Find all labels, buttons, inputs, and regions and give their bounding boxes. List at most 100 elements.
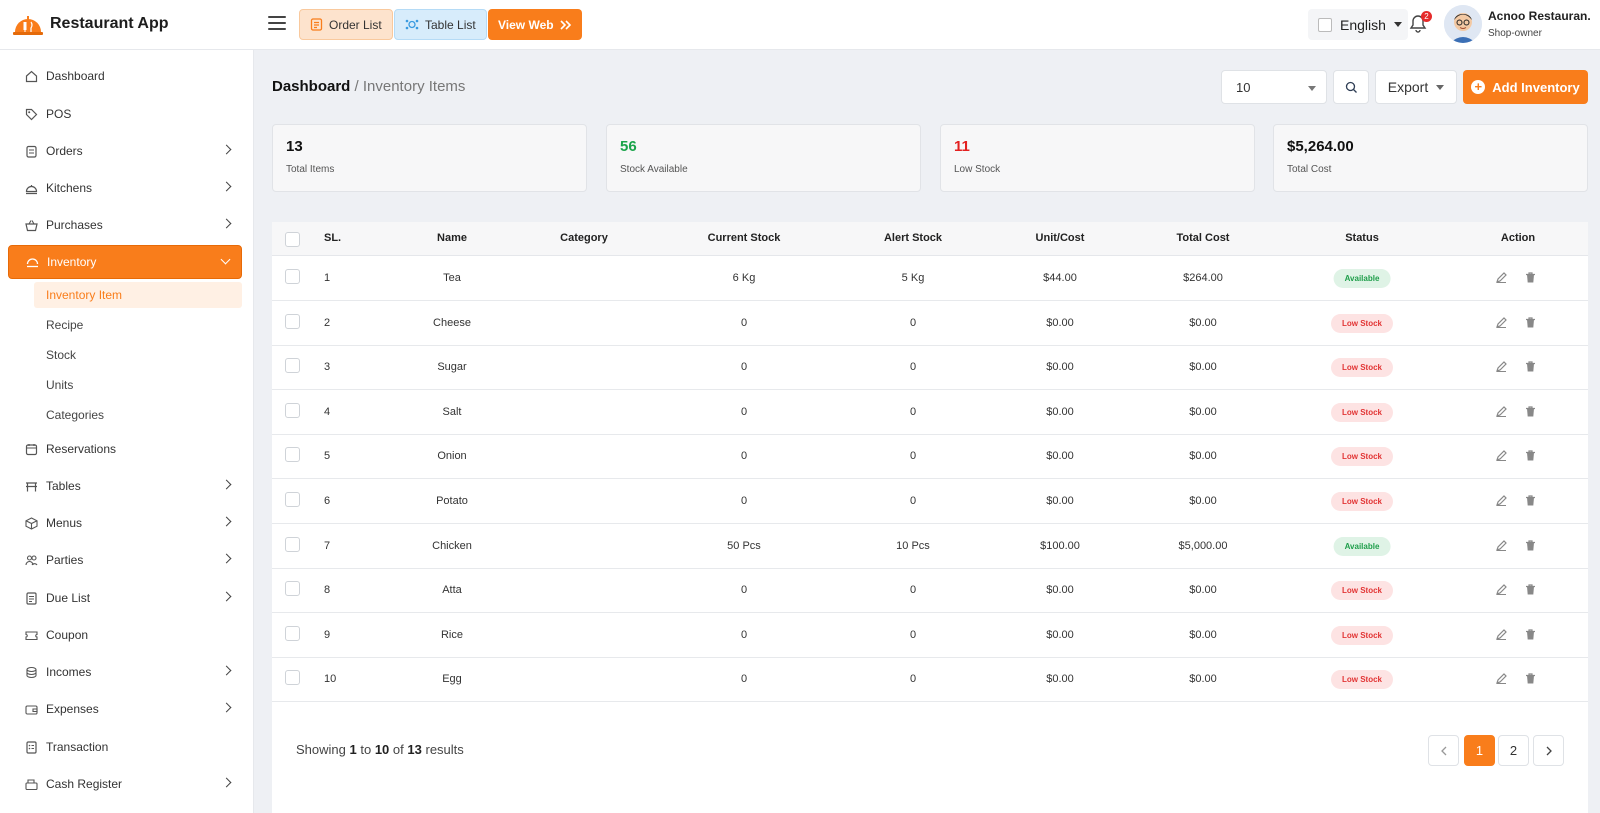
status-badge: Low Stock: [1330, 492, 1394, 511]
sidebar-subitem-units[interactable]: Units: [34, 372, 242, 398]
chevron-right-icon: [221, 479, 232, 490]
avatar[interactable]: [1444, 5, 1482, 43]
cell-sl: 8: [324, 584, 331, 597]
cell-alert-stock: 5 Kg: [901, 272, 925, 284]
sidebar-item-parties[interactable]: Parties: [8, 543, 242, 577]
trash-icon[interactable]: [1524, 271, 1538, 285]
sidebar-item-menus[interactable]: Menus: [8, 506, 242, 540]
edit-icon[interactable]: [1495, 583, 1509, 597]
select-all-checkbox[interactable]: [285, 232, 300, 247]
edit-icon[interactable]: [1495, 628, 1509, 642]
edit-icon[interactable]: [1495, 360, 1509, 374]
column-header-sl: SL.: [324, 232, 342, 244]
trash-icon[interactable]: [1524, 494, 1538, 508]
pagination-next-button[interactable]: [1533, 735, 1564, 766]
inventory-table: SL. Name Category Current Stock Alert St…: [272, 222, 1588, 813]
trash-icon[interactable]: [1524, 449, 1538, 463]
user-name: Acnoo Restauran.: [1488, 9, 1591, 23]
app-name: Restaurant App: [50, 15, 169, 32]
trash-icon[interactable]: [1524, 360, 1538, 374]
wallet-icon: [24, 702, 38, 716]
trash-icon[interactable]: [1524, 628, 1538, 642]
sidebar-item-dashboard[interactable]: Dashboard: [8, 59, 242, 93]
edit-icon[interactable]: [1495, 672, 1509, 686]
table-list-button[interactable]: Table List: [394, 9, 487, 40]
language-label: English: [1340, 16, 1386, 33]
pagination-summary: Showing 1 to 10 of 13 results: [296, 742, 464, 757]
brand[interactable]: Restaurant App: [12, 12, 169, 36]
sidebar-item-inventory[interactable]: Inventory: [8, 245, 242, 279]
sidebar-subitem-label: Recipe: [46, 318, 84, 332]
cell-current-stock: 0: [740, 495, 748, 507]
sidebar-item-transaction[interactable]: Transaction: [8, 730, 242, 764]
chevron-left-icon: [1440, 746, 1446, 755]
row-checkbox[interactable]: [285, 313, 300, 329]
language-selector[interactable]: English: [1308, 9, 1408, 40]
search-button[interactable]: [1333, 70, 1369, 104]
row-checkbox[interactable]: [285, 581, 300, 597]
trash-icon[interactable]: [1524, 539, 1538, 553]
sidebar-item-tables[interactable]: Tables: [8, 469, 242, 503]
sidebar-subitem-recipe[interactable]: Recipe: [34, 312, 242, 338]
cell-name: Atta: [442, 584, 462, 597]
sidebar-item-expenses[interactable]: Expenses: [8, 692, 242, 726]
sidebar-item-label: Incomes: [46, 665, 92, 679]
sidebar-subitem-stock[interactable]: Stock: [34, 342, 242, 368]
row-checkbox[interactable]: [285, 269, 300, 284]
view-web-label: View Web: [498, 17, 554, 32]
row-checkbox[interactable]: [285, 536, 300, 552]
edit-icon[interactable]: [1495, 271, 1509, 285]
menu-toggle-icon[interactable]: [268, 14, 286, 32]
sidebar-item-coupon[interactable]: Coupon: [8, 618, 242, 652]
add-inventory-button[interactable]: + Add Inventory: [1463, 70, 1588, 104]
sidebar-item-pos[interactable]: POS: [8, 97, 242, 131]
sidebar-subitem-inventory-item[interactable]: Inventory Item: [34, 282, 242, 308]
sidebar-item-reservations[interactable]: Reservations: [8, 432, 242, 466]
pagination-prev-button[interactable]: [1428, 735, 1459, 766]
row-checkbox[interactable]: [285, 402, 300, 418]
row-checkbox[interactable]: [285, 625, 300, 641]
sidebar-item-label: Orders: [46, 144, 83, 158]
sidebar-subitem-categories[interactable]: Categories: [34, 402, 242, 428]
view-web-button[interactable]: View Web: [488, 9, 582, 40]
sidebar-item-kitchens[interactable]: Kitchens: [8, 171, 242, 205]
status-badge: Low Stock: [1330, 447, 1394, 467]
sidebar-item-incomes[interactable]: Incomes: [8, 655, 242, 689]
per-page-select[interactable]: 10: [1221, 70, 1327, 104]
breadcrumb-current: / Inventory Items: [354, 78, 466, 95]
breadcrumb: Dashboard / Inventory Items: [272, 78, 465, 95]
trash-icon[interactable]: [1524, 583, 1538, 597]
cell-name: Chicken: [432, 539, 472, 552]
edit-icon[interactable]: [1495, 316, 1509, 330]
row-checkbox[interactable]: [285, 447, 300, 463]
row-checkbox[interactable]: [285, 492, 300, 507]
status-badge: Available: [1333, 536, 1391, 556]
row-checkbox[interactable]: [285, 358, 300, 374]
edit-icon[interactable]: [1495, 449, 1509, 463]
edit-icon[interactable]: [1495, 405, 1509, 419]
pagination-page-1[interactable]: 1: [1464, 735, 1495, 766]
trash-icon[interactable]: [1524, 316, 1538, 330]
cell-alert-stock: 0: [909, 405, 917, 418]
sidebar-item-orders[interactable]: Orders: [8, 134, 242, 168]
order-list-button[interactable]: Order List: [299, 9, 393, 40]
chevron-down-icon: [1308, 86, 1316, 91]
cell-current-stock: 6 Kg: [732, 272, 756, 284]
breadcrumb-root[interactable]: Dashboard: [272, 78, 350, 95]
sidebar-item-due-list[interactable]: Due List: [8, 581, 242, 615]
trash-icon[interactable]: [1524, 672, 1538, 686]
sidebar-item-purchases[interactable]: Purchases: [8, 208, 242, 242]
pagination-page-2[interactable]: 2: [1498, 735, 1529, 766]
cell-total-cost: $5,000.00: [1178, 539, 1228, 552]
edit-icon[interactable]: [1495, 494, 1509, 508]
row-checkbox[interactable]: [285, 670, 300, 686]
notification-bell[interactable]: 2: [1408, 11, 1432, 36]
trash-icon[interactable]: [1524, 405, 1538, 419]
cell-name: Sugar: [437, 361, 467, 374]
sidebar-item-label: Coupon: [46, 628, 89, 642]
ticket-icon: [24, 628, 38, 642]
sidebar-item-label: Purchases: [46, 218, 103, 232]
sidebar-item-cash-register[interactable]: Cash Register: [8, 767, 242, 801]
edit-icon[interactable]: [1495, 539, 1509, 553]
export-button[interactable]: Export: [1375, 70, 1457, 104]
